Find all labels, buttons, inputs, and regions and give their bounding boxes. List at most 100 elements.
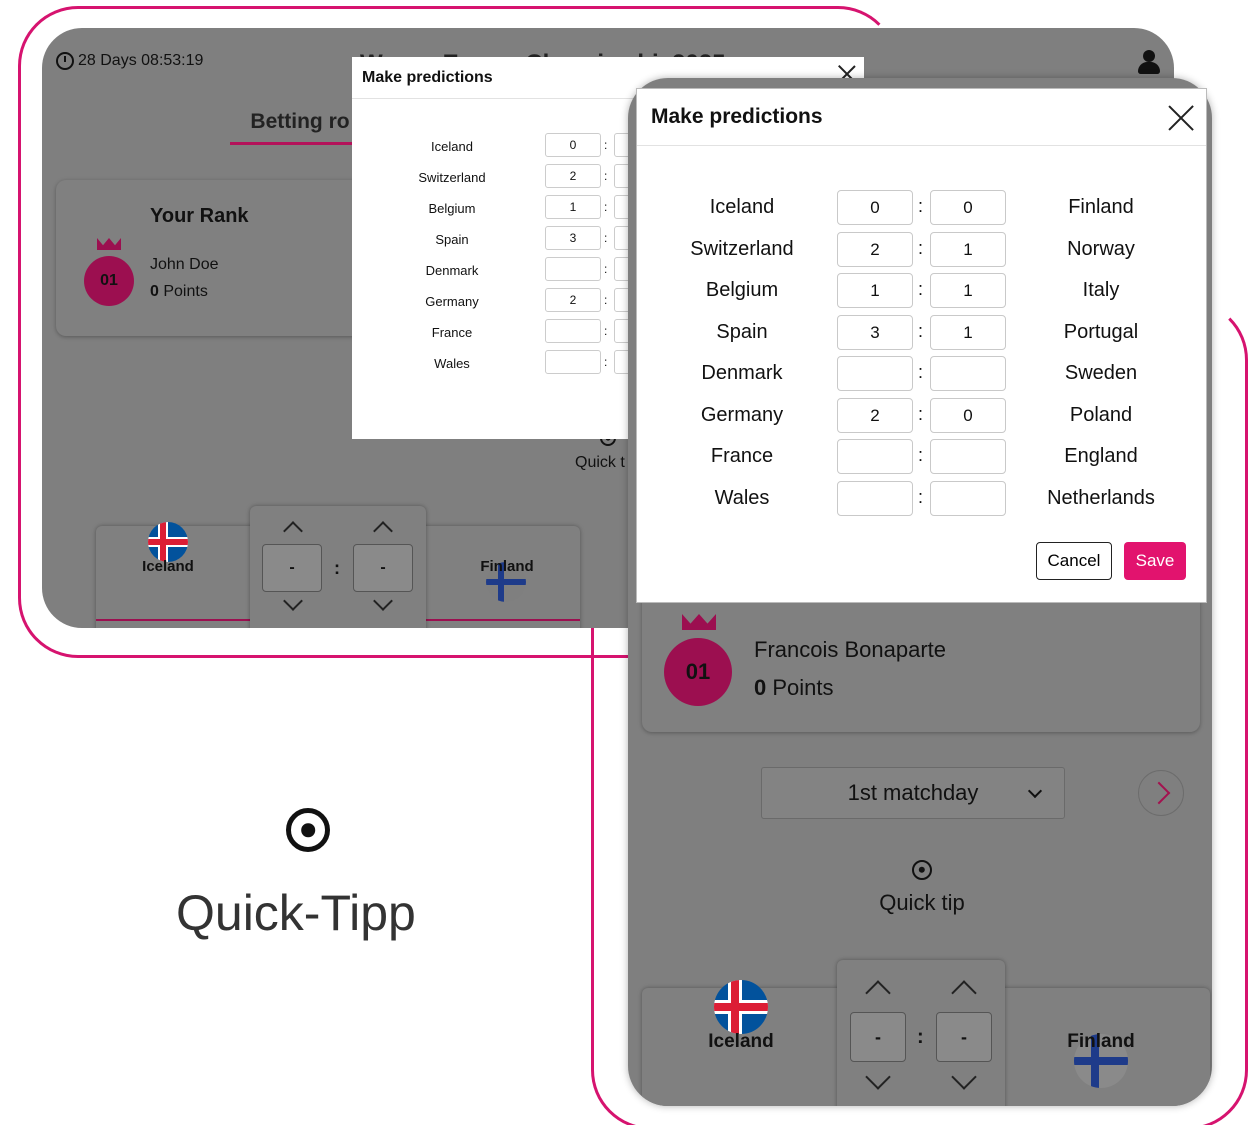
home-team: Belgium: [705, 279, 779, 301]
score-separator: :: [918, 362, 924, 382]
home-underline: [96, 619, 250, 621]
home-score-input[interactable]: -: [850, 1012, 906, 1062]
home-score-input[interactable]: 0: [545, 133, 601, 157]
score-separator: :: [918, 238, 924, 258]
score-separator: :: [918, 404, 924, 424]
home-team: Denmark: [701, 362, 783, 384]
away-underline: [426, 619, 580, 621]
modal-title: Make predictions: [651, 105, 823, 128]
score-separator: :: [604, 262, 608, 276]
score-separator: :: [918, 321, 924, 341]
prediction-row: Belgium 1 : 1 Italy: [637, 273, 1206, 309]
predictions-modal: Make predictions Iceland 0 : 0 Finland S…: [636, 88, 1207, 603]
home-team-label: Iceland: [142, 558, 194, 575]
user-points: 0 Points: [754, 675, 834, 700]
home-score-input[interactable]: 1: [837, 273, 913, 308]
score-separator: :: [918, 279, 924, 299]
away-team: Sweden: [1064, 362, 1138, 384]
home-team: Spain: [716, 321, 768, 343]
home-score-input[interactable]: 2: [837, 398, 913, 433]
prediction-row: Spain 3 : 1 Portugal: [637, 315, 1206, 351]
rank-badge: 01: [664, 638, 732, 706]
home-team: France: [431, 325, 473, 340]
home-score-input[interactable]: 2: [545, 288, 601, 312]
away-score-input[interactable]: [930, 481, 1006, 516]
score-separator: :: [604, 231, 608, 245]
rank-badge: 01: [84, 256, 134, 306]
cancel-button[interactable]: Cancel: [1036, 542, 1112, 580]
close-icon[interactable]: [1168, 105, 1194, 131]
home-team: France: [710, 445, 774, 467]
score-separator: :: [604, 293, 608, 307]
rank-title: Your Rank: [150, 205, 249, 227]
home-team: Denmark: [425, 263, 479, 278]
away-score-input[interactable]: 1: [930, 273, 1006, 308]
away-score-input[interactable]: 1: [930, 315, 1006, 350]
home-team: Switzerland: [690, 238, 794, 260]
home-team: Germany: [425, 294, 479, 309]
away-score-input[interactable]: [930, 356, 1006, 391]
quick-tipp-callout-label: Quick-Tipp: [176, 885, 416, 941]
home-team: Iceland: [431, 139, 473, 154]
prediction-row: Denmark : Sweden: [637, 356, 1206, 392]
away-score-input[interactable]: 0: [930, 190, 1006, 225]
home-score-input[interactable]: [545, 257, 601, 281]
away-team: Italy: [1082, 279, 1120, 301]
quick-tip-label[interactable]: Quick tip: [868, 890, 976, 916]
score-separator: :: [604, 355, 608, 369]
home-team-label: Iceland: [708, 1031, 774, 1052]
countdown-timer: 28 Days 08:53:19: [56, 52, 203, 70]
prediction-row: France : England: [637, 439, 1206, 475]
prediction-row: Iceland 0 : 0 Finland: [637, 190, 1206, 226]
home-team: Iceland: [709, 196, 775, 218]
user-points: 0 Points: [150, 283, 208, 300]
home-score-input[interactable]: 1: [545, 195, 601, 219]
home-score-input[interactable]: [837, 356, 913, 391]
score-separator: :: [604, 324, 608, 338]
home-team: Switzerland: [418, 170, 486, 185]
home-score-input[interactable]: 3: [545, 226, 601, 250]
away-team: England: [1064, 445, 1138, 467]
score-separator: :: [917, 1026, 924, 1048]
home-score-input[interactable]: [545, 350, 601, 374]
next-matchday-button[interactable]: [1138, 770, 1184, 816]
away-score-input[interactable]: [930, 439, 1006, 474]
home-score-input[interactable]: [545, 319, 601, 343]
home-team: Wales: [714, 487, 770, 509]
iceland-flag-icon: [714, 980, 768, 1034]
matchday-select[interactable]: 1st matchday: [761, 767, 1065, 819]
home-score-input[interactable]: [837, 481, 913, 516]
user-name: Francois Bonaparte: [754, 637, 946, 662]
tab-betting-round[interactable]: Betting ro: [230, 110, 370, 134]
home-score-input[interactable]: 0: [837, 190, 913, 225]
home-score-input[interactable]: 3: [837, 315, 913, 350]
home-score-input[interactable]: 2: [837, 232, 913, 267]
home-score-input[interactable]: [837, 439, 913, 474]
prediction-row: Switzerland 2 : 1 Norway: [637, 232, 1206, 268]
away-team-label: Finland: [480, 558, 534, 575]
modal-divider: [637, 145, 1206, 146]
clock-icon: [56, 52, 74, 70]
away-team-label: Finland: [1067, 1031, 1135, 1052]
score-separator: :: [604, 169, 608, 183]
home-team: Spain: [435, 232, 469, 247]
modal-title: Make predictions: [362, 69, 493, 86]
quick-tipp-target-icon: [286, 808, 330, 852]
away-team: Finland: [1068, 196, 1134, 218]
home-score-input[interactable]: -: [262, 544, 322, 592]
target-icon[interactable]: [912, 860, 932, 880]
away-team: Portugal: [1063, 321, 1139, 343]
save-button[interactable]: Save: [1124, 542, 1186, 580]
away-team: Netherlands: [1047, 487, 1155, 509]
quick-tip-label[interactable]: Quick t: [575, 454, 625, 472]
away-team: Norway: [1067, 238, 1135, 260]
away-score-input[interactable]: 1: [930, 232, 1006, 267]
away-score-input[interactable]: 0: [930, 398, 1006, 433]
away-score-input[interactable]: -: [936, 1012, 992, 1062]
score-separator: :: [334, 558, 340, 578]
away-score-input[interactable]: -: [353, 544, 413, 592]
user-icon[interactable]: [1138, 50, 1160, 76]
home-score-input[interactable]: 2: [545, 164, 601, 188]
score-separator: :: [604, 138, 608, 152]
score-separator: :: [604, 200, 608, 214]
